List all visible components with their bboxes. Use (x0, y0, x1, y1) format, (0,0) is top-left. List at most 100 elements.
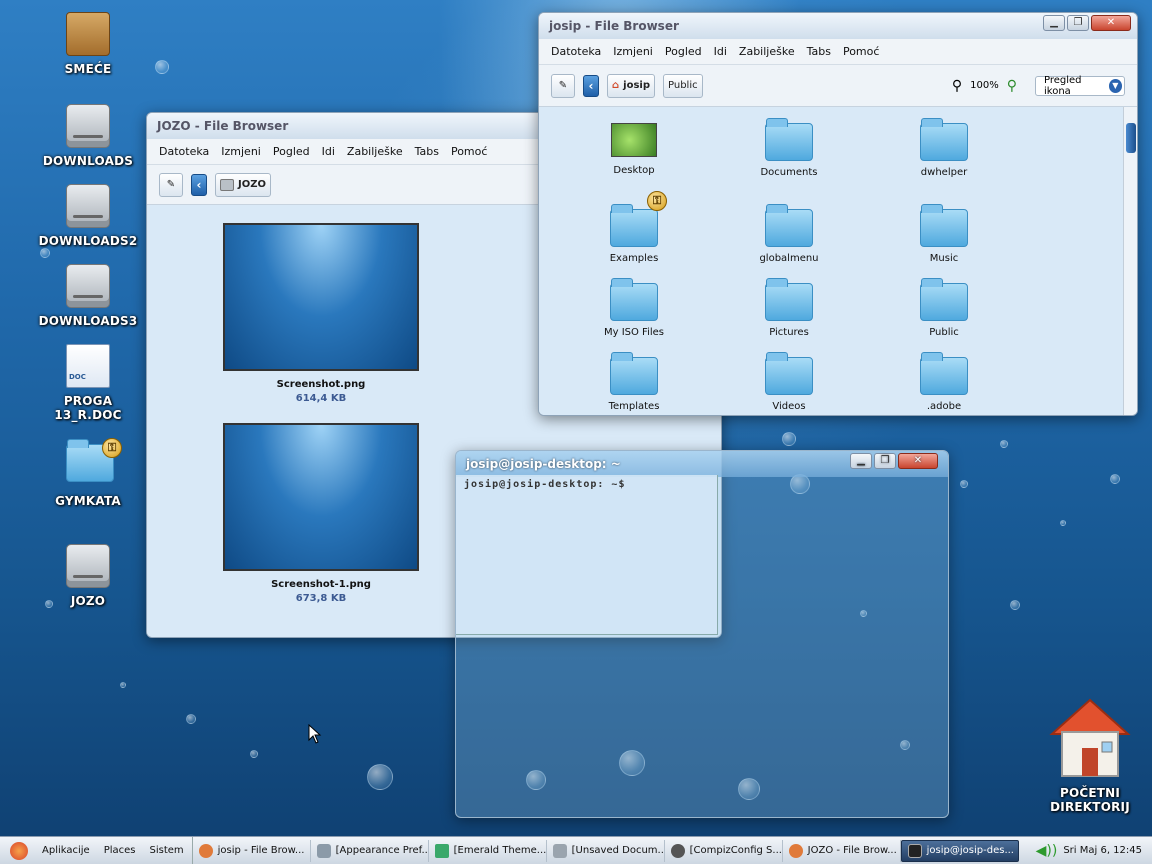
folder-icon (765, 352, 813, 395)
task-button[interactable]: [Unsaved Docum... (547, 839, 665, 862)
file-item-dwhelper[interactable]: dwhelper (889, 118, 999, 178)
clock[interactable]: Sri Maj 6, 12:45 (1063, 845, 1142, 856)
menu-pomoc[interactable]: Pomoć (451, 145, 487, 158)
desktop-icon-doc-file[interactable]: DOC PROGA 13_R.DOC (33, 344, 143, 422)
zoom-in-icon[interactable]: ⚲ (1007, 78, 1017, 94)
window-title: JOZO - File Browser (157, 119, 289, 133)
volume-icon[interactable]: ◀)) (1036, 843, 1058, 859)
path-button-jozo[interactable]: JOZO (215, 172, 271, 197)
task-button[interactable]: JOZO - File Brow... (783, 839, 901, 862)
menu-idi[interactable]: Idi (714, 45, 727, 58)
menu-pogled[interactable]: Pogled (665, 45, 702, 58)
desktop-icon-downloads[interactable]: DOWNLOADS (33, 104, 143, 168)
task-button[interactable]: [Emerald Theme... (429, 839, 547, 862)
desktop-icon-trash[interactable]: SMEĆE (33, 12, 143, 76)
desktop-icon-downloads3[interactable]: DOWNLOADS3 (33, 264, 143, 328)
path-button-josip[interactable]: ⌂ josip (607, 73, 656, 98)
window-terminal[interactable]: josip@josip-desktop: ~ ▁ ❐ ✕ josip@josip… (455, 450, 949, 818)
menu-zabiljeske[interactable]: Zabilješke (739, 45, 795, 58)
task-button-active[interactable]: josip@josip-des... (900, 839, 1019, 862)
task-label: [Emerald Theme... (453, 845, 547, 856)
task-button[interactable]: [Appearance Pref... (311, 839, 429, 862)
path-label: JOZO (238, 179, 266, 190)
menu-izmjeni[interactable]: Izmjeni (221, 145, 261, 158)
window-titlebar[interactable]: josip - File Browser ▁ ❐ ✕ (539, 13, 1137, 39)
desktop-icon-home[interactable]: POČETNI DIREKTORIJ (1028, 696, 1152, 814)
file-item-documents[interactable]: Documents (734, 118, 844, 178)
back-arrow-icon: ‹ (588, 78, 594, 93)
item-label: dwhelper (920, 167, 968, 178)
zoom-out-icon[interactable]: ⚲ (952, 78, 962, 94)
file-item-examples[interactable]: ⚿ Examples (579, 191, 689, 264)
menu-pomoc[interactable]: Pomoć (843, 45, 879, 58)
appearance-icon (316, 843, 331, 858)
back-arrow-icon: ‹ (196, 177, 202, 192)
maximize-button[interactable]: ❐ (1067, 15, 1089, 31)
view-mode-select[interactable]: Pregled ikona ▼ (1035, 75, 1125, 97)
path-button-public[interactable]: Public (663, 73, 703, 98)
item-label: My ISO Files (603, 327, 664, 338)
minimize-button[interactable]: ▁ (850, 453, 872, 469)
drive-icon (66, 264, 110, 308)
main-menu: Aplikacije Places Sistem (0, 837, 193, 864)
back-button[interactable]: ‹ (583, 74, 599, 97)
terminal-area[interactable]: josip@josip-desktop: ~$ (456, 475, 718, 635)
menu-tabs[interactable]: Tabs (807, 45, 831, 58)
file-item-adobe[interactable]: .adobe (889, 352, 999, 412)
file-browser-icon (788, 843, 803, 858)
task-button[interactable]: [CompizConfig S... (665, 839, 783, 862)
scrollbar[interactable] (1123, 107, 1137, 415)
item-label: Examples (609, 253, 659, 264)
menu-idi[interactable]: Idi (322, 145, 335, 158)
folder-icon (920, 352, 968, 395)
file-item-videos[interactable]: Videos (734, 352, 844, 412)
zoom-level: 100% (970, 80, 999, 91)
menu-zabiljeske[interactable]: Zabilješke (347, 145, 403, 158)
desktop-icon-jozo[interactable]: JOZO (33, 544, 143, 608)
menu-datoteka[interactable]: Datoteka (551, 45, 601, 58)
image-thumbnail (611, 123, 657, 157)
edit-location-button[interactable]: ✎ (159, 172, 183, 197)
menu-places[interactable]: Places (104, 845, 136, 856)
file-item-my-iso-files[interactable]: My ISO Files (579, 278, 689, 338)
window-josip-file-browser[interactable]: josip - File Browser ▁ ❐ ✕ Datoteka Izmj… (538, 12, 1138, 416)
file-item-templates[interactable]: Templates (579, 352, 689, 412)
maximize-button[interactable]: ❐ (874, 453, 896, 469)
edit-location-button[interactable]: ✎ (551, 73, 575, 98)
task-button[interactable]: josip - File Brow... (193, 839, 311, 862)
menu-aplikacije[interactable]: Aplikacije (42, 845, 90, 856)
item-label: .adobe (926, 401, 962, 412)
menu-pogled[interactable]: Pogled (273, 145, 310, 158)
menu-datoteka[interactable]: Datoteka (159, 145, 209, 158)
menu-izmjeni[interactable]: Izmjeni (613, 45, 653, 58)
item-label: Music (929, 253, 959, 264)
file-view[interactable]: Desktop Documents dwhelper ⚿ Examples gl… (539, 107, 1137, 415)
lock-icon: ⚿ (647, 191, 667, 211)
scrollbar-thumb[interactable] (1126, 123, 1136, 153)
file-item[interactable]: Screenshot.png 614,4 KB (223, 223, 419, 404)
system-tray: ◀)) Sri Maj 6, 12:45 (1036, 843, 1152, 859)
file-item-music[interactable]: Music (889, 204, 999, 264)
file-item-public[interactable]: Public (889, 278, 999, 338)
close-button[interactable]: ✕ (898, 453, 938, 469)
document-icon: DOC (66, 344, 110, 388)
item-label: Templates (608, 401, 660, 412)
back-button[interactable]: ‹ (191, 173, 207, 196)
folder-icon (765, 118, 813, 161)
menu-tabs[interactable]: Tabs (415, 145, 439, 158)
task-label: josip - File Brow... (217, 845, 305, 856)
menu-sistem[interactable]: Sistem (150, 845, 184, 856)
file-item[interactable]: Screenshot-1.png 673,8 KB (223, 423, 419, 604)
desktop-icon-downloads2[interactable]: DOWNLOADS2 (33, 184, 143, 248)
file-item-desktop[interactable]: Desktop (579, 123, 689, 176)
folder-icon (920, 118, 968, 161)
window-titlebar[interactable]: josip@josip-desktop: ~ ▁ ❐ ✕ (456, 451, 948, 477)
taskbar: Aplikacije Places Sistem josip - File Br… (0, 836, 1152, 864)
close-button[interactable]: ✕ (1091, 15, 1131, 31)
drive-icon (66, 104, 110, 148)
distro-logo-icon (10, 841, 28, 860)
file-item-pictures[interactable]: Pictures (734, 278, 844, 338)
file-item-globalmenu[interactable]: globalmenu (734, 204, 844, 264)
minimize-button[interactable]: ▁ (1043, 15, 1065, 31)
desktop-icon-gymkata[interactable]: ⚿ GYMKATA (33, 438, 143, 508)
